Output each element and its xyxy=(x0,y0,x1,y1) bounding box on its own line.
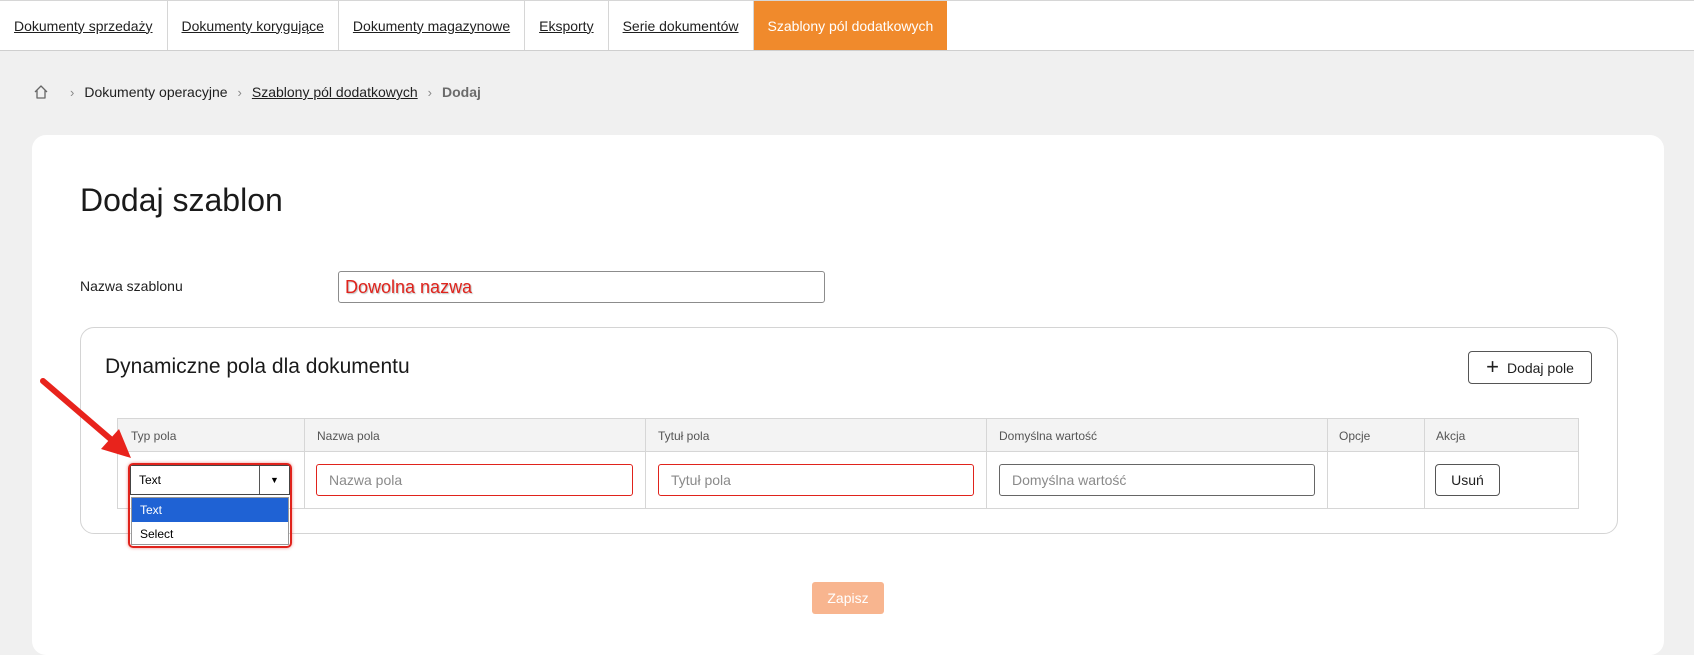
field-title-input[interactable]: Tytuł pola xyxy=(658,464,974,496)
tab-dokumenty-magazynowe[interactable]: Dokumenty magazynowe xyxy=(339,1,526,50)
add-field-button[interactable]: + Dodaj pole xyxy=(1468,351,1592,384)
breadcrumb-separator: › xyxy=(237,84,242,100)
tab-eksporty[interactable]: Eksporty xyxy=(525,1,609,50)
column-header-opcje: Opcje xyxy=(1339,429,1371,443)
plus-icon: + xyxy=(1486,353,1499,379)
column-divider xyxy=(645,419,646,508)
breadcrumb-item-dokumenty-operacyjne[interactable]: Dokumenty operacyjne xyxy=(84,84,227,100)
column-divider xyxy=(986,419,987,508)
dropdown-option-text[interactable]: Text xyxy=(132,498,288,522)
save-button[interactable]: Zapisz xyxy=(812,582,884,614)
dropdown-option-select[interactable]: Select xyxy=(132,522,288,546)
column-divider xyxy=(304,419,305,508)
breadcrumb: › Dokumenty operacyjne › Szablony pól do… xyxy=(32,82,481,102)
caret-down-icon[interactable]: ▼ xyxy=(259,466,289,494)
top-tab-bar: Dokumenty sprzedaży Dokumenty korygujące… xyxy=(0,0,1694,51)
field-type-dropdown: Text Select xyxy=(131,497,289,545)
dynamic-fields-title: Dynamiczne pola dla dokumentu xyxy=(105,355,410,378)
column-divider xyxy=(1424,419,1425,508)
column-header-typ-pola: Typ pola xyxy=(131,429,177,443)
tab-dokumenty-sprzedazy[interactable]: Dokumenty sprzedaży xyxy=(0,1,168,50)
template-name-label: Nazwa szablonu xyxy=(80,278,183,294)
column-header-tytul-pola: Tytuł pola xyxy=(658,429,710,443)
column-header-akcja: Akcja xyxy=(1436,429,1466,443)
field-type-select[interactable]: Text ▼ xyxy=(130,465,290,495)
field-default-value-input[interactable]: Domyślna wartość xyxy=(999,464,1315,496)
home-icon[interactable] xyxy=(32,83,50,101)
field-name-input[interactable]: Nazwa pola xyxy=(316,464,633,496)
tab-dokumenty-korygujace[interactable]: Dokumenty korygujące xyxy=(168,1,339,50)
tab-serie-dokumentow[interactable]: Serie dokumentów xyxy=(609,1,754,50)
column-header-nazwa-pola: Nazwa pola xyxy=(317,429,380,443)
breadcrumb-current: Dodaj xyxy=(442,84,481,100)
page-title: Dodaj szablon xyxy=(80,182,283,218)
add-field-label: Dodaj pole xyxy=(1506,359,1574,376)
column-divider xyxy=(1327,419,1328,508)
template-name-input[interactable]: Dowolna nazwa xyxy=(338,271,825,303)
tab-szablony-pol-dodatkowych[interactable]: Szablony pól dodatkowych xyxy=(753,1,948,50)
field-type-value: Text xyxy=(139,473,162,487)
breadcrumb-separator: › xyxy=(427,84,432,100)
breadcrumb-item-szablony[interactable]: Szablony pól dodatkowych xyxy=(252,84,418,100)
column-header-domyslna-wartosc: Domyślna wartość xyxy=(999,429,1098,443)
remove-field-button[interactable]: Usuń xyxy=(1435,464,1500,496)
breadcrumb-separator: › xyxy=(70,84,75,100)
